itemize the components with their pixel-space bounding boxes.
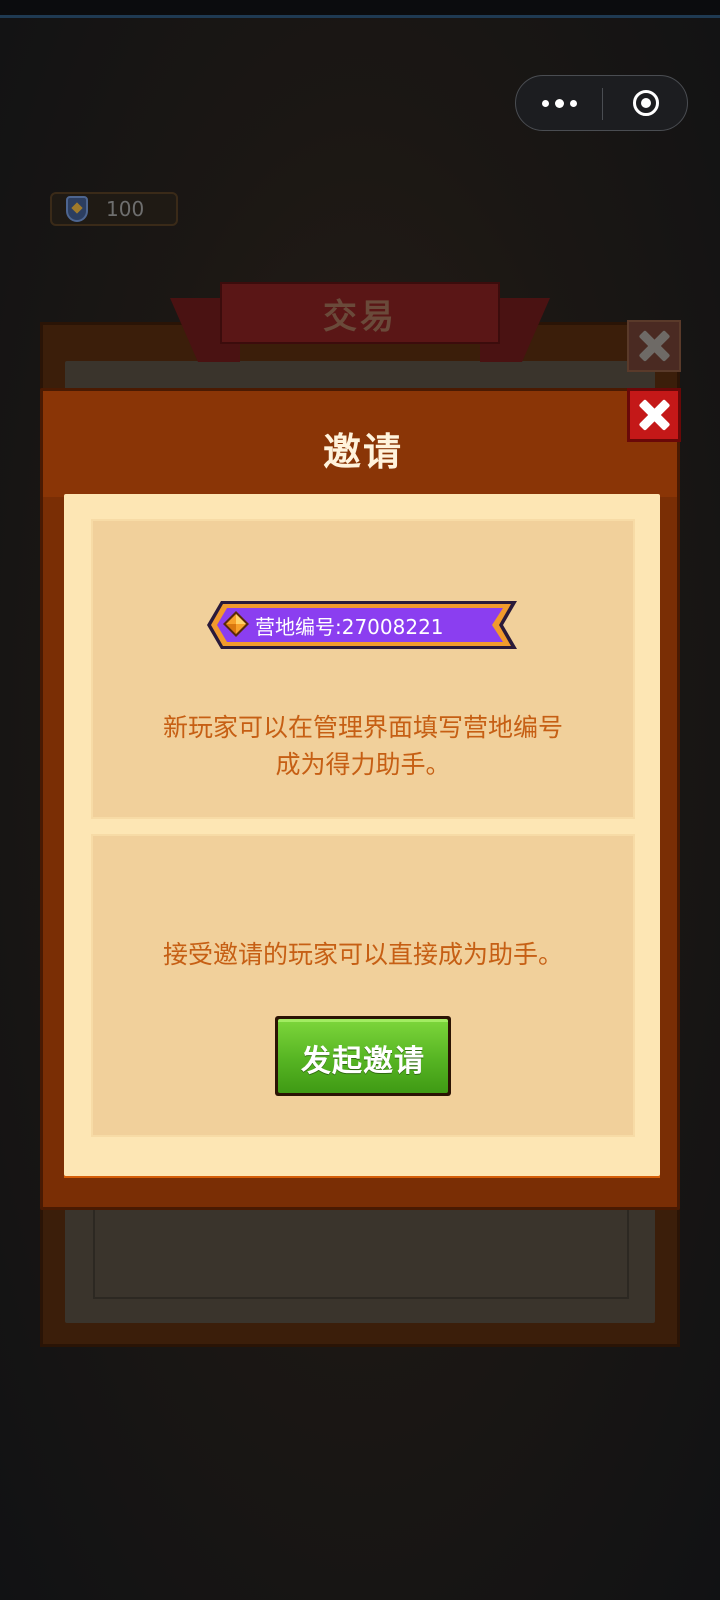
description-line-2: 成为得力助手。: [275, 750, 451, 779]
target-circle-icon: [633, 90, 659, 116]
trade-title: 交易: [323, 296, 397, 337]
gem-icon: [223, 611, 249, 637]
send-invite-label: 发起邀请: [301, 1043, 425, 1079]
close-x-icon: [638, 330, 670, 362]
shield-value: 100: [106, 197, 145, 221]
send-invite-button[interactable]: 发起邀请: [275, 1016, 451, 1096]
camp-id-badge: 营地编号:27008221: [207, 599, 523, 651]
dialog-close-button[interactable]: [627, 388, 681, 442]
miniprogram-capsule: [515, 75, 688, 131]
camp-id-section: 营地编号:27008221 新玩家可以在管理界面填写营地编号 成为得力助手。: [91, 519, 635, 819]
description-line-1: 新玩家可以在管理界面填写营地编号: [162, 713, 563, 742]
trade-panel-box: [93, 1203, 629, 1299]
invite-dialog: 邀请 营地编号:27008221 新玩家可以在管理界面填写营地编号 成为得力助手…: [40, 388, 680, 1210]
dialog-body: 营地编号:27008221 新玩家可以在管理界面填写营地编号 成为得力助手。 接…: [64, 494, 660, 1176]
invite-description: 接受邀请的玩家可以直接成为助手。: [162, 940, 563, 969]
trade-close-button[interactable]: [627, 320, 681, 372]
trade-title-ribbon: 交易: [220, 282, 500, 344]
close-x-icon: [638, 399, 670, 431]
camp-id-label: 营地编号:27008221: [255, 615, 444, 639]
shield-counter: 100: [50, 192, 178, 226]
more-dots-icon: [541, 99, 549, 107]
exit-miniprogram-button[interactable]: [603, 76, 689, 130]
dialog-title: 邀请: [322, 430, 403, 474]
shield-icon: [66, 196, 88, 222]
camp-id-description: 新玩家可以在管理界面填写营地编号 成为得力助手。: [93, 709, 633, 783]
invite-section: 接受邀请的玩家可以直接成为助手。 发起邀请: [91, 834, 635, 1137]
more-button[interactable]: [516, 76, 602, 130]
